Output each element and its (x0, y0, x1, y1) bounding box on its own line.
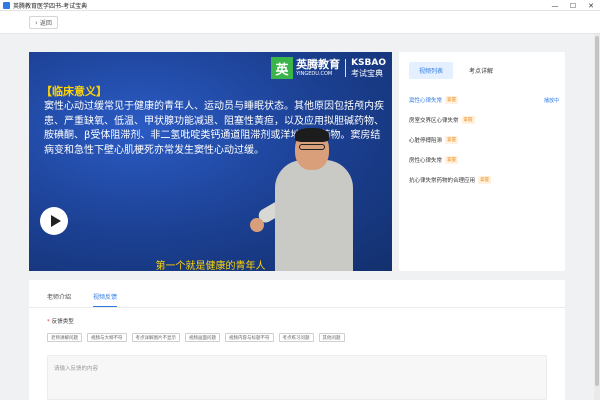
video-subtitle: 第一个就是健康的青年人 (155, 261, 266, 271)
video-list-item-label: 房性心律失常 (409, 158, 443, 164)
feedback-option[interactable]: 考点练习问题 (278, 333, 314, 342)
chevron-left-icon: ‹ (35, 18, 38, 27)
feedback-option[interactable]: 其他问题 (318, 333, 345, 342)
feedback-option[interactable]: 视频画面问题 (185, 333, 220, 342)
video-brand-logo: 英 英腾教育 YINGEDU.COM KSBAO 考试宝典 (271, 56, 386, 80)
video-list: 窦性心律失常 掌握 播放中 房室交界区心律失常 掌握 心脏停搏阻滞 掌握 房性心… (409, 90, 559, 190)
video-list-item-label: 抗心律失常药物的合理应用 (409, 178, 476, 184)
video-list-panel: 视频列表 考点详解 窦性心律失常 掌握 播放中 房室交界区心律失常 掌握 心脏停… (399, 52, 565, 271)
bottom-tabs: 老师介绍 视频反馈 (47, 285, 139, 307)
tab-key-points[interactable]: 考点详解 (459, 62, 503, 79)
playing-indicator: 播放中 (543, 97, 559, 104)
feedback-textarea[interactable]: 请输入反馈的内容 (47, 355, 547, 400)
window-controls: — ☐ ✕ (546, 0, 600, 11)
app-icon (3, 1, 10, 9)
presenter-hair (295, 128, 329, 142)
status-badge: 掌握 (461, 116, 475, 124)
tab-video-list[interactable]: 视频列表 (409, 62, 454, 79)
video-list-item[interactable]: 房性心律失常 掌握 (409, 150, 559, 170)
presenter-hand (250, 218, 264, 232)
close-button[interactable]: ✕ (582, 0, 600, 11)
feedback-panel: 老师介绍 视频反馈 * 反馈类型 老师讲解问题 视频与大纲不符 考点详解图片不显示… (29, 280, 565, 400)
video-list-item[interactable]: 抗心律失常药物的合理应用 掌握 (409, 170, 559, 190)
video-player[interactable]: 英 英腾教育 YINGEDU.COM KSBAO 考试宝典 【临床意义】 窦性心… (29, 52, 392, 271)
brand-divider (345, 59, 347, 77)
required-mark: * (47, 319, 50, 325)
video-list-item[interactable]: 心脏停搏阻滞 掌握 (409, 130, 559, 150)
video-list-item-label: 窦性心律失常 (409, 98, 443, 104)
status-badge: 掌握 (478, 176, 492, 184)
video-list-item-label: 房室交界区心律失常 (409, 118, 459, 124)
presenter-glasses (299, 144, 325, 150)
side-panel-tabs: 视频列表 考点详解 (409, 62, 509, 82)
scrollbar-thumb[interactable] (595, 36, 599, 386)
feedback-option[interactable]: 考点详解图片不显示 (131, 333, 180, 342)
feedback-placeholder: 请输入反馈的内容 (54, 366, 99, 372)
video-slide-heading: 【临床意义】 (41, 85, 107, 98)
play-icon (50, 215, 61, 227)
status-badge: 掌握 (445, 136, 459, 144)
brand-ksbao: KSBAO (351, 57, 386, 68)
window-title: 英腾教育医学四书-考试宝典 (13, 2, 88, 10)
brand-ksbao-cn: 考试宝典 (351, 68, 384, 78)
video-list-item[interactable]: 房室交界区心律失常 掌握 (409, 110, 559, 130)
feedback-type-options: 老师讲解问题 视频与大纲不符 考点详解图片不显示 视频画面问题 视频内容与标题不… (47, 333, 350, 342)
tab-teacher-intro[interactable]: 老师介绍 (47, 285, 71, 307)
back-button-label: 返回 (39, 20, 52, 27)
brand-name-cn: 英腾教育 (296, 58, 341, 71)
feedback-option[interactable]: 视频内容与标题不符 (225, 333, 274, 342)
play-button[interactable] (40, 207, 68, 235)
back-button[interactable]: ‹ 返回 (29, 16, 58, 29)
video-slide-text: 窦性心动过缓常见于健康的青年人、运动员与睡眠状态。其他原因包括颅内疾患、严重缺氧… (44, 101, 384, 156)
status-badge: 掌握 (445, 96, 459, 104)
presenter-body (275, 160, 353, 271)
tab-video-feedback[interactable]: 视频反馈 (93, 285, 118, 307)
video-list-item[interactable]: 窦性心律失常 掌握 播放中 (409, 90, 559, 110)
minimize-button[interactable]: — (546, 0, 564, 11)
feedback-option[interactable]: 视频与大纲不符 (87, 333, 127, 342)
window-titlebar: 英腾教育医学四书-考试宝典 — ☐ ✕ (0, 0, 600, 11)
brand-name-en: YINGEDU.COM (296, 71, 333, 77)
feedback-option[interactable]: 老师讲解问题 (47, 333, 82, 342)
maximize-button[interactable]: ☐ (564, 0, 582, 11)
status-badge: 掌握 (445, 156, 459, 164)
page-scrollbar[interactable] (594, 34, 600, 400)
feedback-type-label: * 反馈类型 (47, 317, 74, 325)
divider (29, 307, 565, 308)
feedback-type-text: 反馈类型 (51, 319, 74, 325)
brand-logo-icon: 英 (271, 57, 294, 79)
top-bar: ‹ 返回 (0, 11, 600, 34)
video-list-item-label: 心脏停搏阻滞 (409, 138, 443, 144)
